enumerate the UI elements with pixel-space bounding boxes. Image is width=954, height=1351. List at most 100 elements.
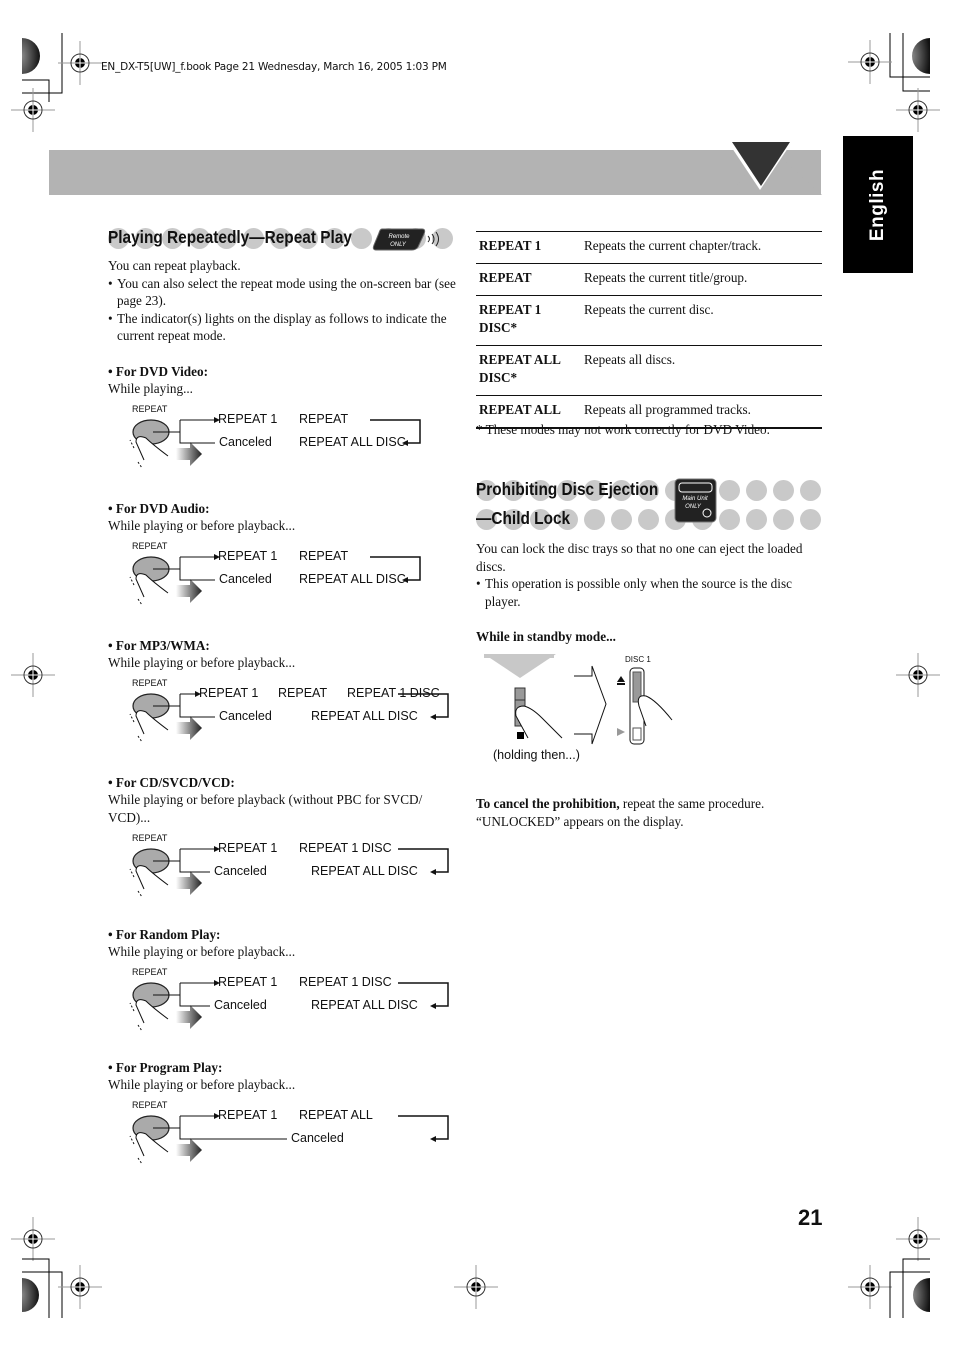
eject-icon <box>617 676 625 682</box>
cycle-step: Canceled <box>219 435 272 449</box>
cycle-step: Canceled <box>219 709 272 723</box>
cycle-step: REPEAT 1 <box>199 686 259 700</box>
case-title: • For DVD Audio: <box>108 501 210 516</box>
table-row: REPEAT 1 Repeats the current chapter/trac… <box>476 231 822 264</box>
repeat-intro: You can repeat playback. <box>108 258 241 273</box>
repeat-case: • For CD/SVCD/VCD: While playing or befor… <box>108 775 458 826</box>
repeat-button-label: REPEAT <box>132 833 168 843</box>
repeat-play-title: Playing Repeatedly—Repeat Play <box>108 227 352 247</box>
cycle-step: REPEAT 1 DISC <box>299 975 392 989</box>
title-dot <box>773 509 794 530</box>
repeat-cycle-diagram: REPEAT REPEAT 1 REPEAT REPEAT 1 DISC Cancele… <box>108 678 458 743</box>
case-title: • For Program Play: <box>108 1060 223 1075</box>
print-header: EN_DX-T5[UW]_f.book Page 21 Wednesday, M… <box>101 61 447 73</box>
case-title: • For DVD Video: <box>108 364 208 379</box>
svg-text:Main Unit: Main Unit <box>682 496 708 502</box>
child-lock-title-line2: —Child Lock <box>476 508 571 528</box>
play-icon <box>617 728 625 736</box>
cycle-step: REPEAT <box>299 412 349 426</box>
cycle-step: REPEAT ALL <box>299 1108 373 1122</box>
cycle-step: REPEAT 1 DISC <box>299 841 392 855</box>
press-arrow-icon <box>176 1005 202 1029</box>
standby-label: While in standby mode... <box>476 629 616 644</box>
mode-name: REPEAT <box>476 263 581 296</box>
cancel-text: repeat the same procedure. <box>619 796 765 811</box>
repeat-case: • For DVD Audio: While playing or before … <box>108 501 458 535</box>
cycle-step: REPEAT 1 <box>218 549 278 563</box>
cycle-step: REPEAT 1 <box>218 975 278 989</box>
case-condition: While playing or before playback... <box>108 1077 296 1092</box>
then-arrow-icon <box>574 665 607 745</box>
repeat-case: • For DVD Video: While playing... <box>108 364 458 398</box>
repeat-button-label: REPEAT <box>132 1100 168 1110</box>
cycle-step: REPEAT ALL DISC <box>299 435 406 449</box>
title-dot <box>800 480 821 501</box>
mode-description: Repeats the current disc. <box>581 295 822 346</box>
case-condition: While playing or before playback... <box>108 518 296 533</box>
repeat-case: • For Program Play: While playing or befo… <box>108 1060 458 1094</box>
cycle-step: REPEAT <box>278 686 328 700</box>
cycle-step: REPEAT <box>299 549 349 563</box>
case-title: • For CD/SVCD/VCD: <box>108 775 235 790</box>
repeat-button-label: REPEAT <box>132 541 168 551</box>
title-dot <box>719 509 740 530</box>
repeat-bullet-1: You can also select the repeat mode usin… <box>108 275 458 310</box>
language-tab-label: English <box>867 168 888 241</box>
case-condition: While playing or before playback... <box>108 655 296 670</box>
repeat-button-label: REPEAT <box>132 967 168 977</box>
cycle-step: REPEAT 1 <box>218 412 278 426</box>
mode-description: Repeats the current title/group. <box>581 263 822 296</box>
child-lock-bullet: This operation is possible only when the… <box>476 575 826 610</box>
table-row: REPEAT 1 DISC* Repeats the current disc. <box>476 295 822 346</box>
cancel-prohibition-block: To cancel the prohibition, repeat the sa… <box>476 795 826 830</box>
press-arrow-icon <box>176 1138 202 1162</box>
case-title: • For MP3/WMA: <box>108 638 210 653</box>
title-dot <box>746 509 767 530</box>
section-title-child-lock: Prohibiting Disc Ejection —Child Lock Ma… <box>476 478 821 534</box>
repeat-cycle-diagram: REPEAT REPEAT 1 REPEAT 1 DISC Canceled REPEA… <box>108 833 458 898</box>
repeat-button-label: REPEAT <box>132 678 168 688</box>
cycle-step: REPEAT ALL DISC <box>311 998 418 1012</box>
unlocked-text: “UNLOCKED” appears on the display. <box>476 813 684 829</box>
repeat-intro-block: You can repeat playback. You can also se… <box>108 257 458 345</box>
title-dot <box>611 509 632 530</box>
stop-icon <box>517 732 524 739</box>
repeat-cycle-diagram: REPEAT REPEAT 1 REPEAT Canceled REPEAT ALL D… <box>108 541 458 606</box>
press-arrow-icon <box>176 579 202 603</box>
press-arrow-icon <box>176 442 202 466</box>
svg-text:Remote: Remote <box>388 234 410 240</box>
title-dot <box>638 509 659 530</box>
title-dot <box>584 509 605 530</box>
title-dot <box>351 228 372 249</box>
language-tab: English <box>843 136 913 273</box>
title-dot <box>773 480 794 501</box>
case-condition: While playing or before playback... <box>108 944 296 959</box>
mode-description: Repeats the current chapter/track. <box>581 231 822 264</box>
cycle-step: Canceled <box>214 864 267 878</box>
repeat-button-label: REPEAT <box>132 404 168 414</box>
main-unit-only-badge: Main Unit ONLY <box>674 478 717 523</box>
cycle-step: Canceled <box>291 1131 344 1145</box>
child-lock-title-line1: Prohibiting Disc Ejection <box>476 479 659 499</box>
child-lock-intro-block: You can lock the disc trays so that no o… <box>476 540 826 610</box>
cycle-step: REPEAT ALL DISC <box>311 864 418 878</box>
page-number: 21 <box>798 1205 823 1230</box>
cycle-step: REPEAT 1 DISC <box>347 686 440 700</box>
cycle-step: REPEAT ALL DISC <box>311 709 418 723</box>
svg-text:ONLY: ONLY <box>390 242 407 248</box>
repeat-modes-table: REPEAT 1 Repeats the current chapter/trac… <box>476 231 822 429</box>
repeat-cycle-diagram: REPEAT REPEAT 1 REPEAT Canceled REPEAT ALL D… <box>108 404 458 469</box>
cycle-step: Canceled <box>214 998 267 1012</box>
table-row: REPEAT ALL DISC* Repeats all discs. <box>476 345 822 396</box>
holding-label: (holding then...) <box>493 748 580 762</box>
mode-name: REPEAT 1 DISC* <box>476 295 581 346</box>
mode-name: REPEAT 1 <box>476 231 581 264</box>
cycle-step: REPEAT ALL DISC <box>299 572 406 586</box>
section-title-repeat: Playing Repeatedly—Repeat Play Remote ON… <box>108 226 453 252</box>
table-row: REPEAT Repeats the current title/group. <box>476 263 822 296</box>
svg-text:ONLY: ONLY <box>685 504 702 510</box>
press-arrow-icon <box>176 716 202 740</box>
section-triangle-icon <box>728 142 822 195</box>
repeat-cycle-diagram: REPEAT REPEAT 1 REPEAT 1 DISC Canceled REPEA… <box>108 967 458 1032</box>
sunburst-mark <box>22 38 40 74</box>
